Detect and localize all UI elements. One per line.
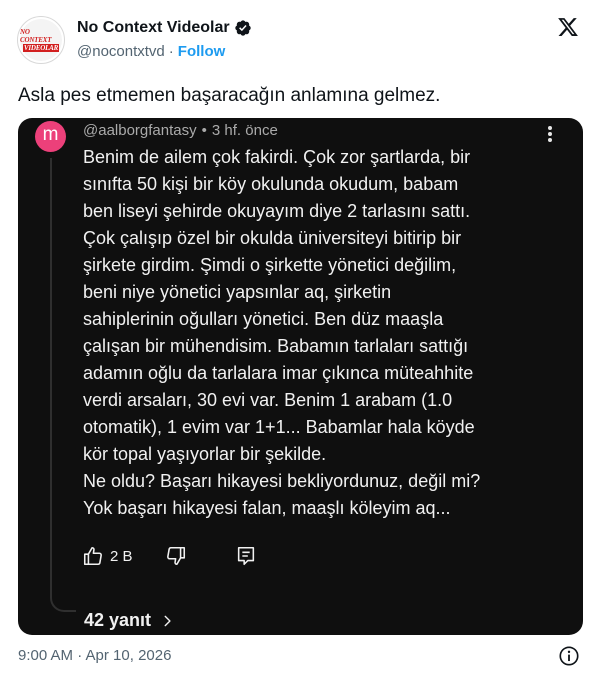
name-row: No Context Videolar	[77, 17, 252, 39]
comment-line: Çok çalışıp özel bir okulda üniversiteyi…	[83, 228, 462, 248]
comment-age: 3 hf. önce	[211, 122, 278, 139]
comment-line: kör topal yaşıyorlar bir şekilde.	[83, 444, 327, 464]
verified-badge-icon	[234, 20, 251, 36]
handle[interactable]: @nocontxtvd	[77, 43, 165, 60]
comment-line: Ne oldu? Başarı hikayesi bekliyordunuz, …	[83, 471, 481, 491]
display-name[interactable]: No Context Videolar	[77, 19, 230, 37]
comment-line: otomatik), 1 evim var 1+1... Babamlar ha…	[83, 417, 475, 437]
comment-line: adamın oğlu da tarlalara imar çıkınca mü…	[83, 363, 474, 383]
thread-line	[50, 158, 52, 598]
author-avatar[interactable]: NO CONTEXT VIDEOLAR	[17, 16, 65, 64]
comment-meta: @aalborgfantasy • 3 hf. önce	[83, 121, 278, 141]
replies-link: 42 yanıt	[84, 610, 174, 631]
x-logo-icon[interactable]	[557, 16, 579, 38]
author-block: No Context Videolar @nocontxtvd · Follow	[77, 17, 252, 62]
tweet-timestamp[interactable]: 9:00 AM · Apr 10, 2026	[18, 646, 171, 666]
thread-curve	[50, 588, 76, 612]
comment-body: Benim de ailem çok fakirdi. Çok zor şart…	[83, 144, 558, 522]
follow-button[interactable]: Follow	[178, 43, 226, 60]
separator-dot: •	[201, 122, 207, 139]
comment-line: sahiplerinin oğulları yönetici. Ben düz …	[83, 309, 444, 329]
chevron-right-icon	[164, 615, 171, 626]
comment-line: beni niye yönetici yapsınlar aq, şirketi…	[83, 282, 392, 302]
thumbs-up-icon	[83, 546, 102, 566]
kebab-menu-icon	[547, 126, 553, 144]
comment-actions: 2 B	[82, 544, 257, 568]
avatar-logo-line-1: NO CONTEXT	[20, 28, 52, 44]
comment-avatar: m	[35, 121, 66, 152]
comment-line: ben liseyi şehirde okuyayım diye 2 tarla…	[83, 201, 471, 221]
embedded-comment-image[interactable]: m @aalborgfantasy • 3 hf. önce Benim de ai…	[18, 118, 583, 635]
like-count: 2 B	[110, 547, 133, 565]
comment-line: verdi arsaları, 30 evi var. Benim 1 arab…	[83, 390, 453, 410]
handle-row: @nocontxtvd · Follow	[77, 40, 252, 62]
comment-line: şirkete girdim. Şimdi o şirkette yönetic…	[83, 255, 457, 275]
separator-dot: ·	[168, 42, 174, 60]
replies-count: 42 yanıt	[84, 610, 152, 630]
avatar-logo: NO CONTEXT VIDEOLAR	[20, 19, 62, 61]
comment-line: Benim de ailem çok fakirdi. Çok zor şart…	[83, 147, 471, 167]
avatar-logo-line-2: VIDEOLAR	[22, 44, 60, 52]
thumbs-down-icon	[166, 546, 185, 566]
comment-line: çalışan bir mühendisim. Babamın tarlalar…	[83, 336, 469, 356]
comment-line: sınıfta 50 kişi bir köy okulunda okudum,…	[83, 174, 459, 194]
reply-icon	[237, 546, 254, 566]
comment-line: Yok başarı hikayesi falan, maaşlı köleyi…	[83, 498, 451, 518]
comment-username: @aalborgfantasy	[83, 122, 197, 139]
info-icon[interactable]	[558, 645, 580, 667]
tweet-text: Asla pes etmemen başaracağın anlamına ge…	[18, 85, 441, 106]
